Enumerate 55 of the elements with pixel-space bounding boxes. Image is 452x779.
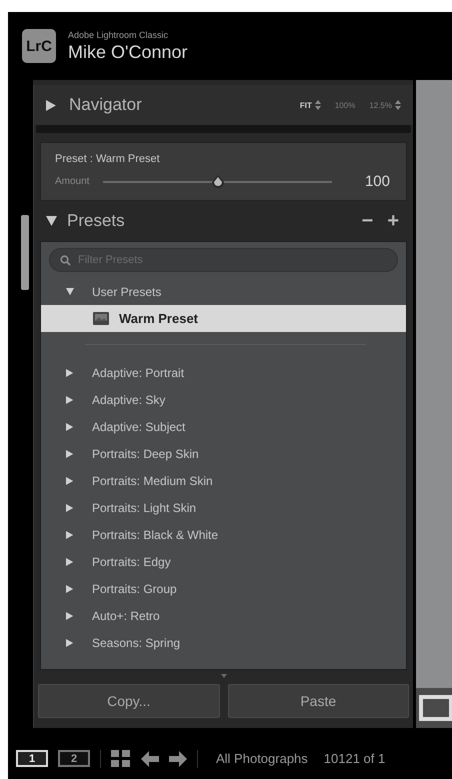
disclosure-icon[interactable] [66, 288, 74, 296]
add-button[interactable]: + [385, 210, 401, 232]
disclosure-icon[interactable] [66, 584, 74, 592]
preset-group[interactable]: Adaptive: Portrait [41, 359, 406, 386]
preset-icon [93, 312, 109, 325]
copy-button[interactable]: Copy... [38, 684, 220, 718]
preset-group[interactable]: Seasons: Spring [41, 629, 406, 656]
preset-group[interactable]: Adaptive: Subject [41, 413, 406, 440]
panel-title[interactable]: Presets [67, 211, 350, 231]
slider-label: Amount [55, 176, 90, 187]
preset-group[interactable]: User Presets [41, 278, 406, 305]
disclosure-icon[interactable] [66, 638, 74, 646]
paste-button[interactable]: Paste [228, 684, 409, 718]
disclosure-icon[interactable] [66, 612, 74, 620]
preset-group[interactable]: Portraits: Light Skin [41, 494, 406, 521]
search-icon [60, 255, 71, 266]
window-button[interactable]: 1 [16, 750, 48, 767]
app-name: Adobe Lightroom Classic [68, 30, 170, 40]
window-button[interactable]: 2 [58, 750, 90, 767]
disclosure-icon[interactable] [66, 396, 74, 404]
frame-icon[interactable] [419, 695, 452, 721]
zoom-option[interactable]: 12.5% [369, 100, 401, 110]
expand-toggle-icon[interactable] [46, 216, 57, 226]
disclosure-icon[interactable] [66, 530, 74, 538]
forward-arrow-icon[interactable] [169, 750, 187, 766]
preset-group[interactable]: Portraits: Deep Skin [41, 440, 406, 467]
zoom-option[interactable]: 100% [334, 100, 356, 110]
disclosure-icon[interactable] [66, 476, 74, 484]
slider-thumb[interactable] [212, 174, 224, 188]
expand-toggle-icon[interactable] [46, 100, 57, 110]
disclosure-icon[interactable] [66, 450, 74, 458]
preset-group[interactable]: Portraits: Medium Skin [41, 467, 406, 494]
preset-label: Preset : Warm Preset [55, 153, 161, 165]
back-arrow-icon[interactable] [141, 750, 159, 766]
user-name: Mike O'Connor [68, 42, 188, 62]
preset-group[interactable]: Portraits: Edgy [41, 548, 406, 575]
scrollbar-thumb[interactable] [21, 215, 29, 290]
preset-group[interactable]: Portraits: Group [41, 575, 406, 602]
grid-icon[interactable] [111, 750, 131, 768]
disclosure-icon[interactable] [66, 368, 74, 376]
preset-group[interactable]: Adaptive: Sky [41, 386, 406, 413]
disclosure-icon[interactable] [66, 422, 74, 430]
disclosure-icon[interactable] [66, 504, 74, 512]
disclosure-icon[interactable] [66, 558, 74, 566]
preset-group[interactable]: Auto+: Retro [41, 602, 406, 629]
amount-value: 100 [364, 173, 390, 190]
zoom-option[interactable]: FIT [300, 100, 321, 110]
app-logo: LrC [22, 29, 56, 63]
caret-icon[interactable] [220, 674, 226, 678]
photo-count: 10121 of 1 [324, 751, 386, 766]
preset-item[interactable]: Warm Preset [41, 305, 406, 332]
remove-button[interactable]: − [360, 210, 376, 232]
source-label[interactable]: All Photographs [216, 751, 308, 766]
preset-group[interactable]: Portraits: Black & White [41, 521, 406, 548]
panel-title[interactable]: Navigator [69, 95, 288, 115]
